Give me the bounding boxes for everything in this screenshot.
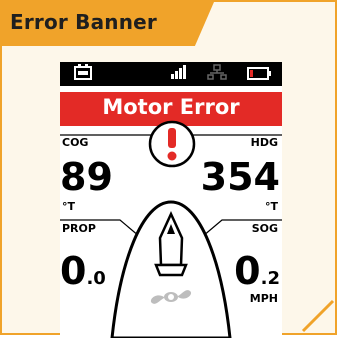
instrument-graphics <box>60 120 282 338</box>
prop-value: 0.0 <box>60 249 106 293</box>
cog-unit: °T <box>62 200 76 213</box>
hdg-label: HDG <box>250 136 278 149</box>
warning-alert-icon <box>148 120 196 168</box>
hdg-unit: °T <box>264 200 278 213</box>
error-banner-card: Error Banner Motor Error COG 89 °T HDG 3… <box>0 0 337 338</box>
corner-accent-icon <box>301 299 335 333</box>
device-screen: Motor Error COG 89 °T HDG 354 °T PROP 0.… <box>60 62 282 338</box>
cog-label: COG <box>62 136 89 149</box>
card-title: Error Banner <box>10 10 157 34</box>
hdg-value: 354 <box>200 155 280 199</box>
motor-base-icon <box>154 263 188 277</box>
sog-unit: MPH <box>249 292 278 305</box>
sog-label: SOG <box>251 222 278 235</box>
prop-label: PROP <box>62 222 96 235</box>
title-tag: Error Banner <box>2 2 214 46</box>
cog-value: 89 <box>60 155 113 199</box>
sog-value: 0.2 <box>234 249 280 293</box>
